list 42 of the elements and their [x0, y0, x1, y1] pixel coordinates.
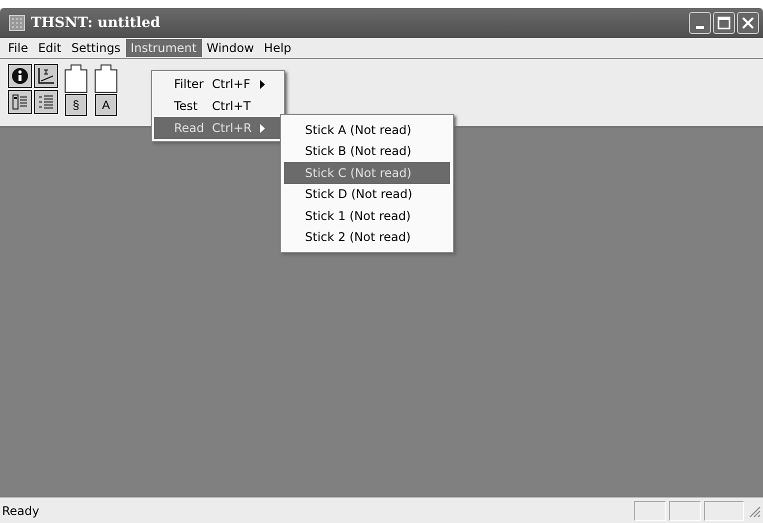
window-title: THSNT: untitled	[31, 15, 162, 31]
toolbar-button[interactable]: A	[94, 64, 118, 116]
submenu-arrow-icon	[260, 124, 266, 132]
toolbar-button[interactable]: §	[64, 64, 88, 116]
chart-button[interactable]	[34, 64, 58, 88]
menu-item[interactable]: Settings	[66, 39, 126, 57]
vial-icon	[94, 64, 118, 94]
menu-item[interactable]: Edit	[33, 39, 66, 57]
menu-option[interactable]: Stick 1 (Not read)	[284, 205, 450, 226]
info-button[interactable]	[8, 64, 32, 88]
menu-option[interactable]: Stick D (Not read)	[284, 184, 450, 205]
vial-icon	[64, 64, 88, 94]
app-icon	[9, 15, 25, 31]
maximize-icon	[717, 16, 731, 30]
list-icon	[11, 93, 29, 111]
list-button[interactable]	[8, 90, 32, 114]
chart-icon	[37, 67, 55, 85]
menu-option[interactable]: Stick C (Not read)	[284, 162, 450, 184]
resize-grip-icon	[747, 504, 761, 518]
list-button[interactable]	[34, 90, 58, 114]
info-icon	[11, 67, 29, 85]
menu-option[interactable]: Test Ctrl+T	[154, 95, 282, 117]
close-button[interactable]	[737, 12, 759, 34]
minimize-button[interactable]	[689, 12, 711, 34]
maximize-button[interactable]	[713, 12, 735, 34]
status-panel	[704, 500, 744, 520]
menu-option[interactable]: Stick B (Not read)	[284, 140, 450, 162]
menu-item[interactable]: Window	[202, 39, 259, 57]
menu-item[interactable]: File	[3, 39, 34, 57]
menu-option[interactable]: Filter Ctrl+F	[154, 73, 282, 95]
menu-option[interactable]: Stick 2 (Not read)	[284, 226, 450, 248]
menu-option[interactable]: Read Ctrl+R	[154, 117, 282, 139]
status-panel	[669, 500, 701, 520]
minimize-icon	[696, 26, 704, 29]
status-panel	[634, 500, 666, 520]
close-icon	[741, 16, 755, 30]
menu-item[interactable]: Instrument	[126, 39, 202, 57]
menu-option[interactable]: Stick A (Not read)	[284, 119, 450, 140]
status-text: Ready	[2, 504, 40, 518]
submenu-arrow-icon	[260, 80, 266, 88]
menu-item[interactable]: Help	[258, 39, 296, 57]
list-icon	[37, 93, 55, 111]
